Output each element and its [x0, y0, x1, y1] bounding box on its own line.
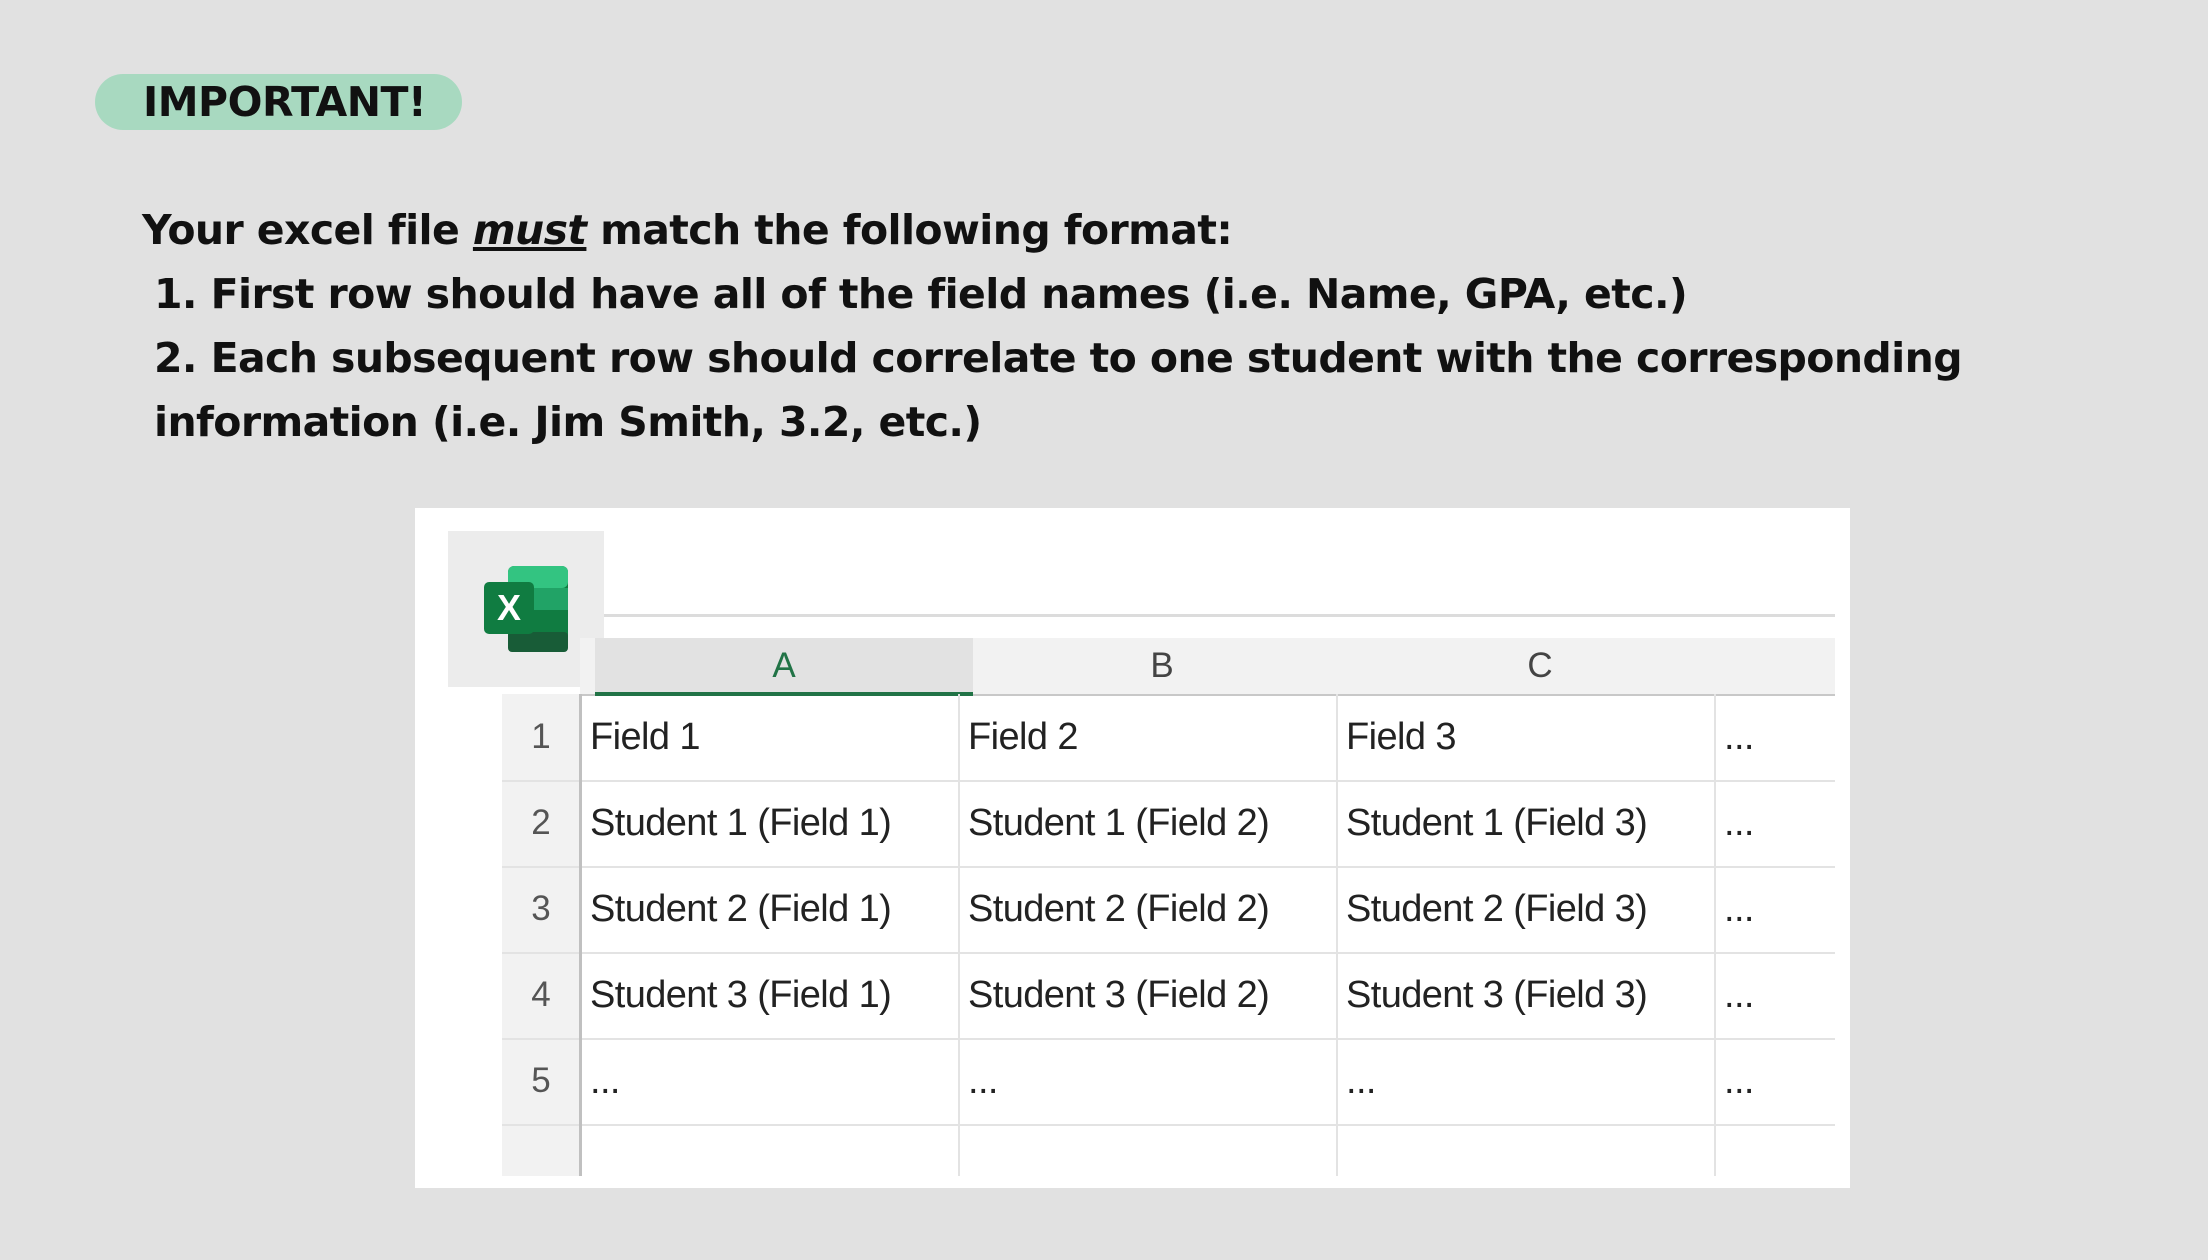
row-number[interactable]: 4: [502, 952, 580, 1038]
excel-icon: X: [484, 566, 568, 652]
cell[interactable]: Student 3 (Field 3): [1338, 952, 1716, 1038]
cell[interactable]: Field 1: [582, 694, 960, 780]
row-number[interactable]: 1: [502, 694, 580, 780]
column-header-a[interactable]: A: [595, 638, 973, 696]
table-row: 1 Field 1 Field 2 Field 3 ...: [502, 694, 1835, 782]
column-header-c[interactable]: C: [1351, 638, 1729, 694]
cell[interactable]: ...: [1716, 694, 1835, 780]
instruction-item-2: 2. Each subsequent row should correlate …: [154, 334, 1963, 382]
spreadsheet-example: X A B C 1 Field 1 Field 2 Field 3 ... 2 …: [415, 508, 1850, 1188]
cell[interactable]: Student 1 (Field 1): [582, 780, 960, 866]
column-divider: [1714, 694, 1716, 1176]
cell[interactable]: Field 2: [960, 694, 1338, 780]
intro-text-before: Your excel file: [142, 206, 473, 254]
column-header-d[interactable]: [1729, 638, 1835, 694]
cell[interactable]: Field 3: [1338, 694, 1716, 780]
cell[interactable]: ...: [1716, 1038, 1835, 1124]
table-row: 4 Student 3 (Field 1) Student 3 (Field 2…: [502, 952, 1835, 1040]
cell[interactable]: ...: [960, 1038, 1338, 1124]
cell[interactable]: Student 2 (Field 2): [960, 866, 1338, 952]
column-header-b[interactable]: B: [973, 638, 1351, 694]
cell[interactable]: ...: [1716, 780, 1835, 866]
row-number[interactable]: 2: [502, 780, 580, 866]
column-divider: [1336, 694, 1338, 1176]
cell[interactable]: Student 2 (Field 1): [582, 866, 960, 952]
ribbon-divider: [604, 614, 1835, 617]
table-row: 2 Student 1 (Field 1) Student 1 (Field 2…: [502, 780, 1835, 868]
intro-emphasis: must: [472, 206, 587, 254]
cell[interactable]: Student 3 (Field 1): [582, 952, 960, 1038]
instruction-item-1: 1. First row should have all of the fiel…: [154, 270, 1688, 318]
table-row: 5 ... ... ... ...: [502, 1038, 1835, 1126]
row-number[interactable]: 5: [502, 1038, 580, 1124]
cell[interactable]: Student 3 (Field 2): [960, 952, 1338, 1038]
column-divider: [579, 694, 582, 1176]
svg-text:X: X: [497, 587, 521, 628]
cell[interactable]: Student 1 (Field 2): [960, 780, 1338, 866]
cell[interactable]: ...: [582, 1038, 960, 1124]
table-row: 3 Student 2 (Field 1) Student 2 (Field 2…: [502, 866, 1835, 954]
cell[interactable]: Student 1 (Field 3): [1338, 780, 1716, 866]
instruction-item-2-continued: information (i.e. Jim Smith, 3.2, etc.): [154, 398, 982, 446]
instructions-intro: Your excel file must match the following…: [142, 198, 2042, 262]
column-header-row: A B C: [580, 638, 1835, 696]
cell[interactable]: Student 2 (Field 3): [1338, 866, 1716, 952]
instructions: Your excel file must match the following…: [142, 198, 2042, 454]
cell[interactable]: ...: [1338, 1038, 1716, 1124]
intro-text-after: match the following format:: [586, 206, 1233, 254]
cell[interactable]: ...: [1716, 866, 1835, 952]
row-number[interactable]: 3: [502, 866, 580, 952]
important-badge: IMPORTANT!: [95, 74, 462, 130]
column-divider: [958, 694, 960, 1176]
cell[interactable]: ...: [1716, 952, 1835, 1038]
